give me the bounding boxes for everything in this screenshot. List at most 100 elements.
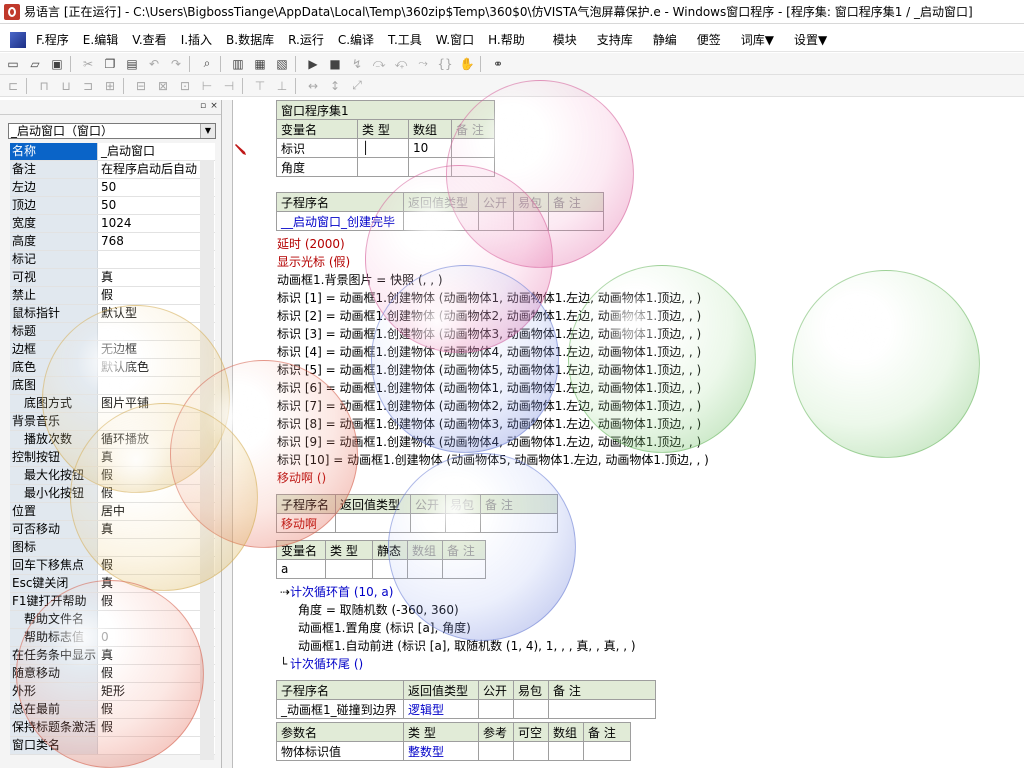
property-row[interactable]: 位置 居中 <box>10 503 215 521</box>
run-to-cursor-icon[interactable]: ⤳ <box>414 55 432 73</box>
property-row[interactable]: 标题 <box>10 323 215 341</box>
step-out-icon[interactable]: ⤽ <box>392 55 410 73</box>
menu-tools[interactable]: T.工具 <box>382 31 430 48</box>
menu-settings[interactable]: 设置▼ <box>788 31 835 48</box>
param-array-cell[interactable] <box>548 741 584 761</box>
property-value[interactable]: 768 <box>98 233 215 250</box>
code-line[interactable]: 角度 = 取随机数 (-360, 360) <box>280 601 636 619</box>
var-type-cell[interactable]: │ <box>357 138 409 158</box>
var-remark-cell[interactable] <box>442 559 486 579</box>
property-value[interactable]: 默认型 <box>98 305 215 322</box>
new-file-icon[interactable]: ▭ <box>4 55 22 73</box>
menu-modules[interactable]: 模块 <box>547 31 585 48</box>
property-row[interactable]: 背景音乐 <box>10 413 215 431</box>
assembly-name[interactable]: 窗口程序集1 <box>276 100 495 120</box>
property-row[interactable]: F1键打开帮助假 <box>10 593 215 611</box>
var-name-cell[interactable]: 标识 <box>276 138 358 158</box>
menu-help[interactable]: H.帮助 <box>482 31 533 48</box>
property-value[interactable]: 假 <box>98 719 215 736</box>
window-panel-icon[interactable]: ▧ <box>273 55 291 73</box>
align-top-icon[interactable]: ⊓ <box>35 77 53 95</box>
property-row[interactable]: 保持标题条激活假 <box>10 719 215 737</box>
sub1-public-cell[interactable] <box>478 211 514 231</box>
property-value[interactable]: 真 <box>98 647 215 664</box>
property-value[interactable] <box>98 611 215 628</box>
menu-program[interactable]: F.程序 <box>30 31 77 48</box>
panel-close-icon[interactable]: × <box>209 101 219 111</box>
breakpoint-icon[interactable]: {} <box>436 55 454 73</box>
var-array-cell[interactable] <box>407 559 443 579</box>
property-row[interactable]: 随意移动假 <box>10 665 215 683</box>
sub2-return-cell[interactable] <box>335 513 411 533</box>
sub3-easypack-cell[interactable] <box>513 699 549 719</box>
code-block-2[interactable]: ⇢计次循环首 (10, a) 角度 = 取随机数 (-360, 360) 动画框… <box>280 583 636 673</box>
code-line[interactable]: 标识 [2] = 动画框1.创建物体 (动画物体2, 动画物体1.左边, 动画物… <box>277 307 709 325</box>
property-row[interactable]: 帮助标志值 0 <box>10 629 215 647</box>
property-row[interactable]: 图标 <box>10 539 215 557</box>
property-row[interactable]: 最大化按钮假 <box>10 467 215 485</box>
code-line[interactable]: 延时 (2000) <box>277 235 709 253</box>
property-value[interactable]: 循环播放 <box>98 431 215 448</box>
property-row[interactable]: 底色 默认底色 <box>10 359 215 377</box>
align-bottom-icon[interactable]: ⊔ <box>57 77 75 95</box>
property-value[interactable]: 1024 <box>98 215 215 232</box>
step-over-icon[interactable]: ⤼ <box>370 55 388 73</box>
window-split-icon[interactable]: ▦ <box>251 55 269 73</box>
menu-static-compile[interactable]: 静编 <box>647 31 685 48</box>
property-row[interactable]: 最小化按钮假 <box>10 485 215 503</box>
property-value[interactable] <box>98 539 215 556</box>
property-row[interactable]: 播放次数 循环播放 <box>10 431 215 449</box>
property-value[interactable]: 50 <box>98 197 215 214</box>
property-scrollbar[interactable] <box>200 160 214 760</box>
property-row[interactable]: 鼠标指针 默认型 <box>10 305 215 323</box>
bring-front-icon[interactable]: ⊥ <box>273 77 291 95</box>
property-value[interactable]: 在程序启动后自动 <box>98 161 215 178</box>
property-row[interactable]: 可视真 <box>10 269 215 287</box>
sub1-return-cell[interactable] <box>403 211 479 231</box>
property-value[interactable]: 真 <box>98 269 215 286</box>
menu-database[interactable]: B.数据库 <box>220 31 282 48</box>
code-line[interactable]: 标识 [7] = 动画框1.创建物体 (动画物体2, 动画物体1.左边, 动画物… <box>277 397 709 415</box>
param-ref-cell[interactable] <box>478 741 514 761</box>
center-horiz-icon[interactable]: ⊣ <box>220 77 238 95</box>
code-line[interactable]: 动画框1.背景图片 = 快照 (, , ) <box>277 271 709 289</box>
menu-wordlib[interactable]: 词库▼ <box>735 31 782 48</box>
property-row[interactable]: 标记 <box>10 251 215 269</box>
sub1-easypack-cell[interactable] <box>513 211 549 231</box>
hand-icon[interactable]: ✋ <box>458 55 476 73</box>
space-horiz-icon[interactable]: ⊡ <box>176 77 194 95</box>
window-layout-icon[interactable]: ▥ <box>229 55 247 73</box>
step-into-icon[interactable]: ↯ <box>348 55 366 73</box>
sub2-remark-cell[interactable] <box>480 513 558 533</box>
property-row[interactable]: 外形 矩形 <box>10 683 215 701</box>
param-remark-cell[interactable] <box>583 741 631 761</box>
property-row[interactable]: 底图 <box>10 377 215 395</box>
run-icon[interactable]: ▶ <box>304 55 322 73</box>
copy-icon[interactable]: ❐ <box>101 55 119 73</box>
property-row[interactable]: 底图方式 图片平铺 <box>10 395 215 413</box>
var-name-cell[interactable]: a <box>276 559 326 579</box>
align-center-icon[interactable]: ⊞ <box>101 77 119 95</box>
property-row[interactable]: 回车下移焦点假 <box>10 557 215 575</box>
var-name-cell[interactable]: 角度 <box>276 157 358 177</box>
property-value[interactable]: 图片平铺 <box>98 395 215 412</box>
menu-edit[interactable]: E.编辑 <box>77 31 126 48</box>
property-value[interactable]: 假 <box>98 701 215 718</box>
redo-icon[interactable]: ↷ <box>167 55 185 73</box>
binoculars-icon[interactable]: ⚭ <box>489 55 507 73</box>
property-row[interactable]: 高度 768 <box>10 233 215 251</box>
save-icon[interactable]: ▣ <box>48 55 66 73</box>
code-line[interactable]: 标识 [4] = 动画框1.创建物体 (动画物体4, 动画物体1.左边, 动画物… <box>277 343 709 361</box>
property-value[interactable] <box>98 377 215 394</box>
property-value[interactable]: 居中 <box>98 503 215 520</box>
open-folder-icon[interactable]: ▱ <box>26 55 44 73</box>
code-line[interactable]: 标识 [9] = 动画框1.创建物体 (动画物体4, 动画物体1.左边, 动画物… <box>277 433 709 451</box>
property-value[interactable]: 0 <box>98 629 215 646</box>
menu-support-libs[interactable]: 支持库 <box>591 31 641 48</box>
sub3-name-cell[interactable]: _动画框1_碰撞到边界 <box>276 699 404 719</box>
property-value[interactable]: 真 <box>98 575 215 592</box>
code-line[interactable]: 标识 [1] = 动画框1.创建物体 (动画物体1, 动画物体1.左边, 动画物… <box>277 289 709 307</box>
property-value[interactable] <box>98 737 215 754</box>
menu-window[interactable]: W.窗口 <box>430 31 482 48</box>
property-row[interactable]: 可否移动真 <box>10 521 215 539</box>
